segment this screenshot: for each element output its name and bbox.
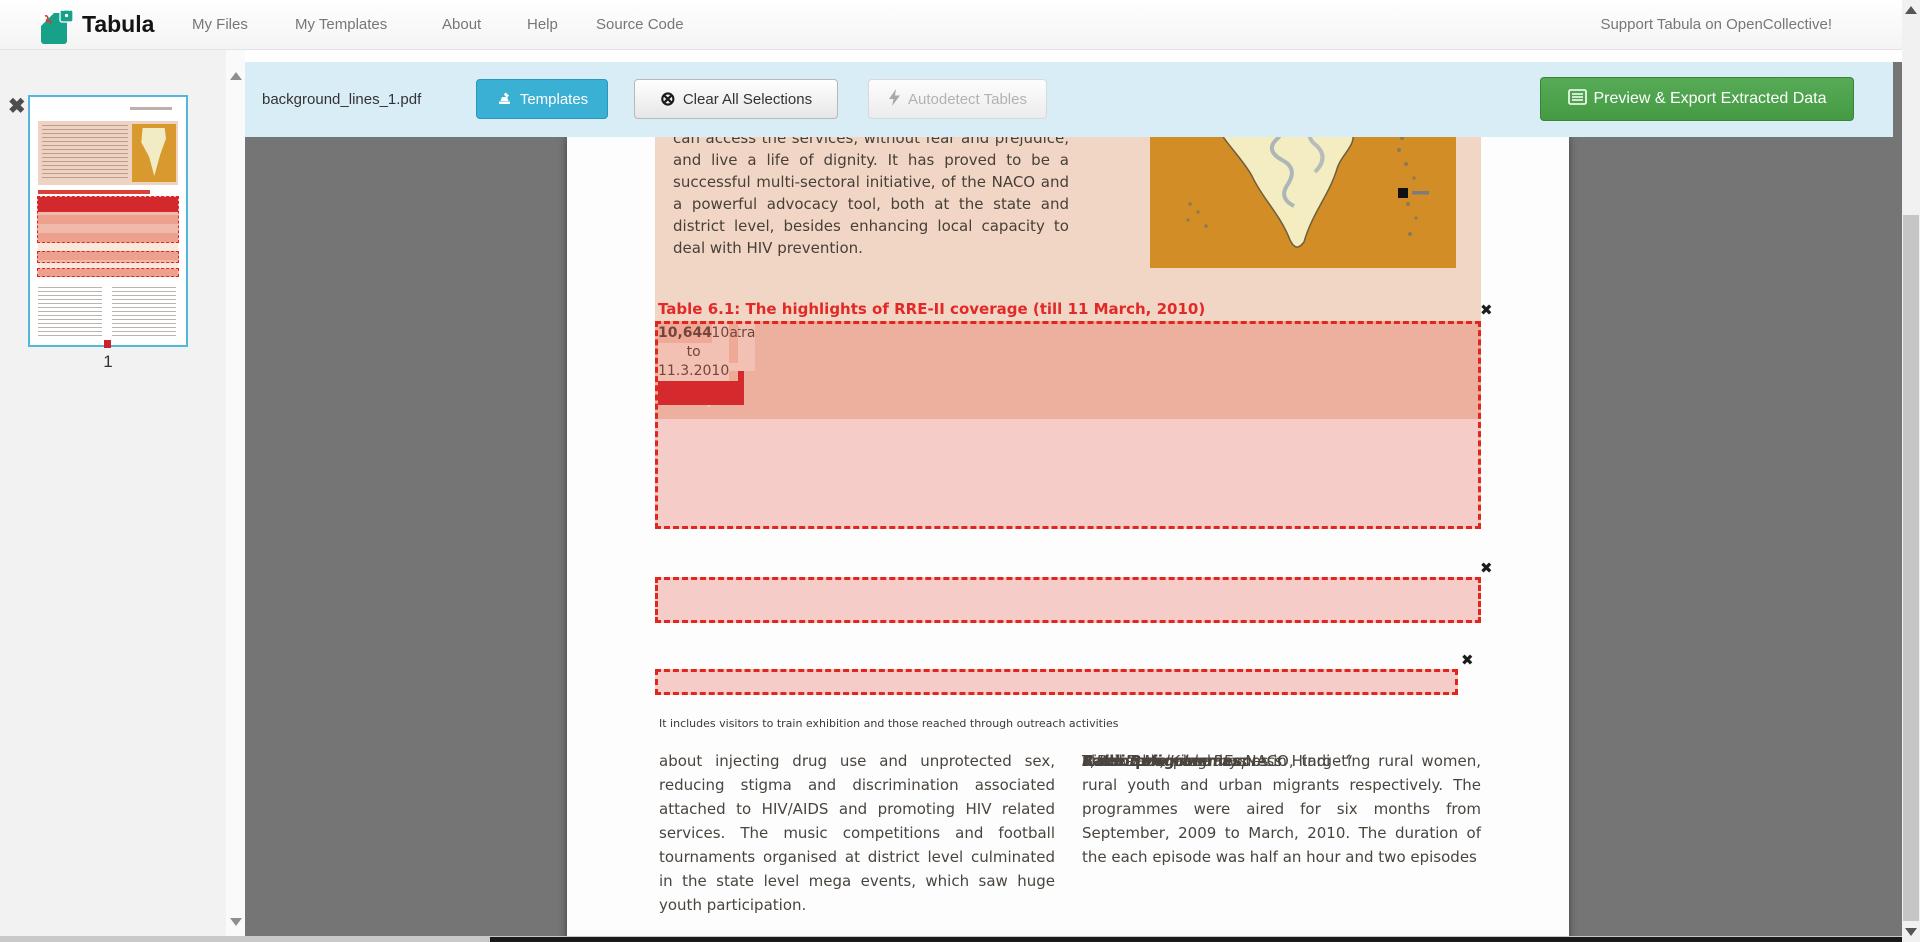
export-button-label: Preview & Export Extracted Data xyxy=(1594,90,1827,108)
filename-label: background_lines_1.pdf xyxy=(262,62,421,137)
pdf-table-title: Table 6.1: The highlights of RRE-II cove… xyxy=(658,300,1205,318)
templates-button[interactable]: Templates xyxy=(476,79,608,119)
selection-box-2[interactable] xyxy=(655,577,1481,623)
sidebar-scrollbar[interactable] xyxy=(226,50,245,936)
thumb-header-line xyxy=(130,107,172,110)
remove-selection-1-button[interactable]: ✖ xyxy=(1480,303,1493,318)
preview-export-button[interactable]: Preview & Export Extracted Data xyxy=(1540,77,1854,121)
scroll-up-icon[interactable] xyxy=(230,72,242,80)
table-footnote: It includes visitors to train exhibition… xyxy=(659,717,1119,730)
lightning-bolt-icon xyxy=(888,89,901,110)
nav-help[interactable]: Help xyxy=(527,16,558,33)
nav-my-files[interactable]: My Files xyxy=(192,16,248,33)
brand-title[interactable]: Tabula xyxy=(82,11,154,38)
thumb-selection-2 xyxy=(37,251,179,263)
left-text-column: about injecting drug use and unprotected… xyxy=(659,749,1055,917)
intro-paragraph: can access the services, without fear an… xyxy=(673,137,1069,259)
navbar: Tabula My Files My Templates About Help … xyxy=(0,0,1920,50)
templates-button-label: Templates xyxy=(520,91,588,108)
remove-page-button[interactable]: ✖ xyxy=(8,94,26,119)
thumb-text-column-left xyxy=(38,287,102,337)
thumb-selection-3 xyxy=(37,268,179,277)
thumb-table xyxy=(38,197,178,277)
autodetect-button-label: Autodetect Tables xyxy=(908,91,1027,108)
thumbnail-page-number: 1 xyxy=(28,352,188,372)
clear-circle-x-icon: ⊗ xyxy=(660,90,676,109)
table-list-icon xyxy=(1568,89,1587,110)
window-scrollbar[interactable] xyxy=(1902,0,1920,942)
page-thumbnail[interactable] xyxy=(28,95,188,347)
thumbnail-sidebar: ✖ 1 xyxy=(0,50,226,936)
thumb-text-column-right xyxy=(112,287,176,337)
india-map xyxy=(1150,137,1456,268)
text-segment: ” were launched by NACO, targeting rural… xyxy=(1082,749,1481,869)
autodetect-tables-button[interactable]: Autodetect Tables xyxy=(868,79,1047,119)
tabula-logo-icon[interactable] xyxy=(38,6,78,51)
thumb-table-title-line xyxy=(38,190,150,194)
clear-button-label: Clear All Selections xyxy=(683,91,812,108)
templates-icon xyxy=(496,89,513,110)
remove-selection-3-button[interactable]: ✖ xyxy=(1461,653,1474,668)
scroll-down-icon[interactable] xyxy=(230,918,242,926)
clear-all-selections-button[interactable]: ⊗ Clear All Selections xyxy=(634,79,838,119)
thumb-intro-block xyxy=(38,121,178,185)
bottom-dark-bar xyxy=(490,937,1902,942)
thumb-page-marker xyxy=(104,340,111,348)
scrollbar-down-icon[interactable] xyxy=(1905,928,1917,936)
selection-box-3[interactable] xyxy=(655,669,1458,695)
nav-support-link[interactable]: Support Tabula on OpenCollective! xyxy=(1600,16,1832,33)
tabula-app: Tabula My Files My Templates About Help … xyxy=(0,0,1920,942)
nav-my-templates[interactable]: My Templates xyxy=(295,16,387,33)
scrollbar-up-icon[interactable] xyxy=(1905,6,1917,14)
nav-source-code[interactable]: Source Code xyxy=(596,16,684,33)
nav-about[interactable]: About xyxy=(442,16,481,33)
scrollbar-thumb[interactable] xyxy=(1903,215,1919,921)
selection-box-1[interactable] xyxy=(655,321,1481,529)
thumb-map xyxy=(132,124,176,182)
toolbar: background_lines_1.pdf Templates ⊗ Clear… xyxy=(245,62,1893,137)
thumb-text-lines xyxy=(42,125,128,179)
remove-selection-2-button[interactable]: ✖ xyxy=(1480,561,1493,576)
thumb-map-land xyxy=(140,128,166,176)
pdf-page[interactable]: can access the services, without fear an… xyxy=(567,137,1569,942)
thumb-selection-1 xyxy=(37,196,179,243)
